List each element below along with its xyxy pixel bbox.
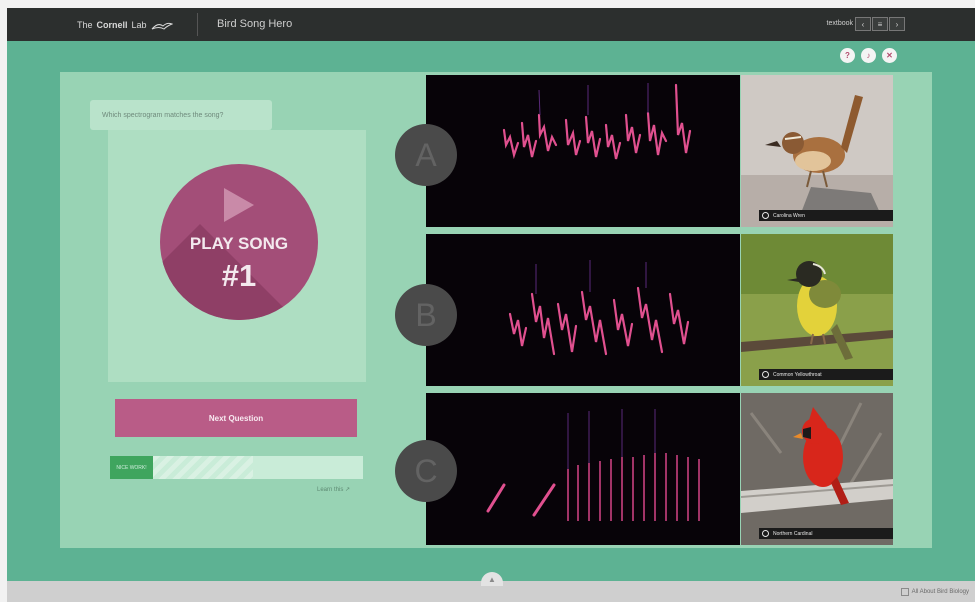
answer-row-a[interactable]: Carolina Wren xyxy=(426,75,893,227)
question-prompt: Which spectrogram matches the song? xyxy=(90,100,272,130)
option-letter-c[interactable]: C xyxy=(395,440,457,502)
bird-name-c: Northern Cardinal xyxy=(773,530,813,537)
play-small-icon[interactable] xyxy=(762,212,769,219)
option-letter-a[interactable]: A xyxy=(395,124,457,186)
utility-buttons: ? ♪ ✕ xyxy=(840,48,897,63)
learn-link[interactable]: Learn this ↗ xyxy=(317,486,350,493)
sound-icon[interactable]: ♪ xyxy=(861,48,876,63)
play-song-button[interactable]: PLAY SONG #1 xyxy=(160,164,318,320)
app-title: Bird Song Hero xyxy=(217,18,293,30)
option-letter-b[interactable]: B xyxy=(395,284,457,346)
footer-link-label: All About Bird Biology xyxy=(911,589,969,595)
bird-photo-a[interactable]: Carolina Wren xyxy=(741,75,893,227)
bird-caption-c: Northern Cardinal xyxy=(759,528,893,539)
bird-song-hero-app: The Cornell Lab Bird Song Hero textbook ‹ … xyxy=(0,0,975,602)
bird-caption-a: Carolina Wren xyxy=(759,210,893,221)
header-divider xyxy=(197,13,198,36)
spectrogram-b[interactable] xyxy=(426,234,740,386)
play-small-icon[interactable] xyxy=(762,371,769,378)
all-about-bird-biology-link[interactable]: All About Bird Biology xyxy=(900,588,969,596)
cornell-lab-logo[interactable]: The Cornell Lab xyxy=(77,17,173,33)
progress-bar: NICE WORK! xyxy=(110,456,363,479)
help-icon[interactable]: ? xyxy=(840,48,855,63)
play-icon xyxy=(224,188,254,222)
logo-cornell: Cornell xyxy=(96,20,128,30)
progress-remaining xyxy=(153,456,253,479)
answer-row-b[interactable]: Common Yellowthroat xyxy=(426,234,893,386)
song-number: #1 xyxy=(221,258,257,293)
logo-the: The xyxy=(77,20,93,30)
spectrogram-c[interactable] xyxy=(426,393,740,545)
logo-lab: Lab xyxy=(131,20,147,30)
nav-button-group: ‹ ≡ › xyxy=(855,17,905,31)
play-song-label: PLAY SONG xyxy=(189,234,289,253)
next-question-button[interactable]: Next Question xyxy=(115,399,357,437)
spectrogram-a[interactable] xyxy=(426,75,740,227)
bird-name-b: Common Yellowthroat xyxy=(773,371,822,378)
bird-logo-icon xyxy=(151,20,173,30)
bird-name-a: Carolina Wren xyxy=(773,212,805,219)
play-small-icon[interactable] xyxy=(762,530,769,537)
answer-row-c[interactable]: Northern Cardinal xyxy=(426,393,893,545)
close-icon[interactable]: ✕ xyxy=(882,48,897,63)
external-icon xyxy=(900,588,909,596)
menu-button[interactable]: ≡ xyxy=(872,17,888,31)
progress-fill: NICE WORK! xyxy=(110,456,153,479)
bird-caption-b: Common Yellowthroat xyxy=(759,369,893,380)
bird-photo-b[interactable]: Common Yellowthroat xyxy=(741,234,893,386)
prev-button[interactable]: ‹ xyxy=(855,17,871,31)
next-button[interactable]: › xyxy=(889,17,905,31)
bird-photo-c[interactable]: Northern Cardinal xyxy=(741,393,893,545)
top-bar: The Cornell Lab Bird Song Hero textbook ‹ … xyxy=(7,8,975,41)
textbook-link[interactable]: textbook xyxy=(827,20,853,27)
